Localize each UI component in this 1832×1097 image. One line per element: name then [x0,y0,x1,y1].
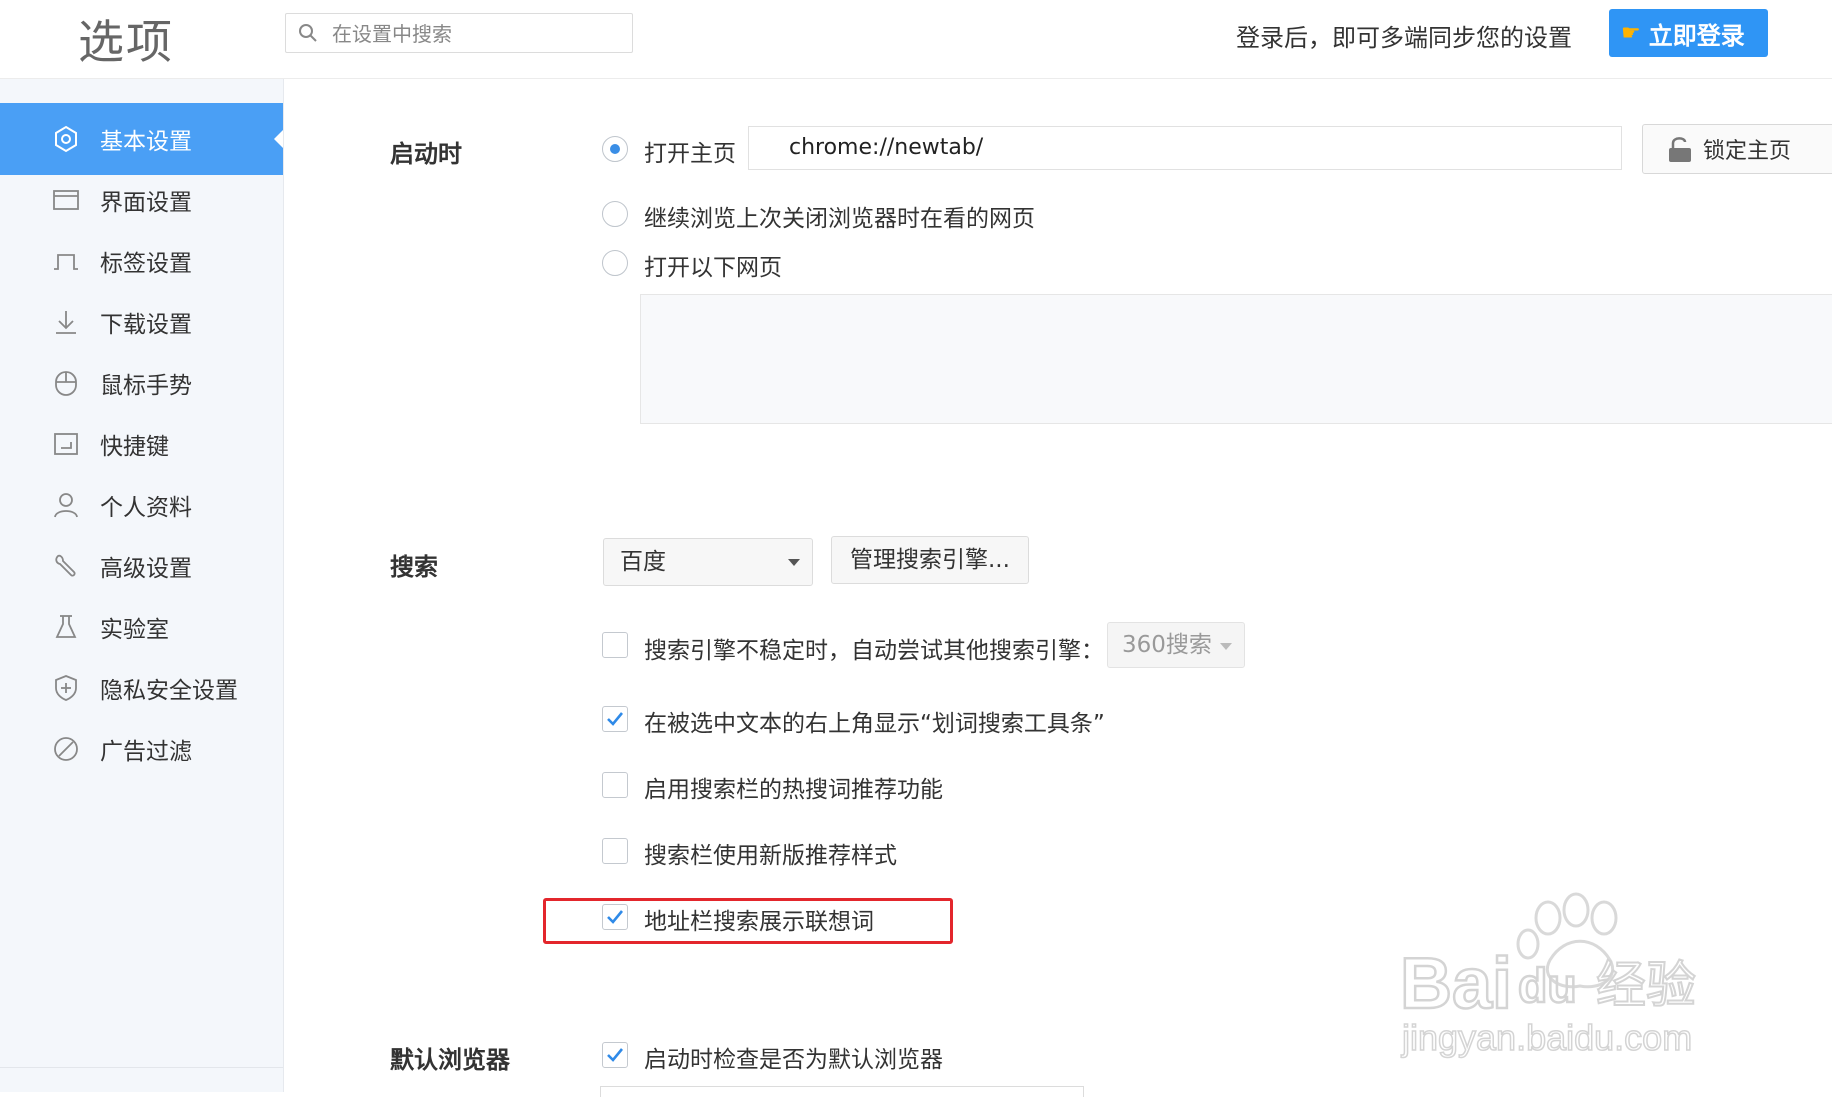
sidebar-item-label: 个人资料 [100,495,192,521]
svg-text:经验: 经验 [1596,956,1696,1014]
login-button-label: 立即登录 [1648,21,1745,50]
mouse-icon [52,369,80,397]
startup-option-continue-label: 继续浏览上次关闭浏览器时在看的网页 [644,206,1035,232]
settings-search-box[interactable] [285,13,633,53]
startup-radio-pages[interactable] [602,250,628,276]
page-title: 选项 [78,15,174,69]
startup-pages-list[interactable] [640,294,1832,424]
startup-section-label: 启动时 [390,140,462,168]
annotation-highlight-box [543,898,953,944]
checkmark-icon [607,1048,624,1062]
hot-search-checkbox[interactable] [602,772,628,798]
sidebar-item-label: 高级设置 [100,556,192,582]
manage-search-engines-button[interactable]: 管理搜索引擎... [831,536,1029,584]
shortcut-icon [52,430,80,458]
sidebar-item-label: 界面设置 [100,190,192,216]
chevron-down-icon [788,559,800,566]
lock-homepage-button[interactable]: 锁定主页 [1642,124,1832,174]
user-icon [52,491,80,519]
homepage-url-field[interactable]: chrome://newtab/ [748,126,1622,170]
sidebar-item-ad-filter[interactable]: 广告过滤 [0,713,283,785]
default-browser-checkbox[interactable] [602,1042,628,1068]
sync-hint-text: 登录后，即可多端同步您的设置 [1236,24,1572,52]
sidebar-item-label: 基本设置 [100,129,192,155]
sidebar-item-label: 广告过滤 [100,739,192,765]
chevron-down-icon [1220,643,1232,650]
tab-icon [52,247,80,275]
window-icon [52,186,80,214]
wrench-icon [52,552,80,580]
top-bar: 选项 登录后，即可多端同步您的设置 ☛ 立即登录 [0,0,1832,79]
search-engine-select[interactable]: 百度 [603,538,813,586]
sidebar-item-label: 下载设置 [100,312,192,338]
fallback-engine-checkbox[interactable] [602,632,628,658]
search-engine-value: 百度 [620,549,666,575]
sidebar-item-label: 隐私安全设置 [100,678,238,704]
search-icon [299,24,317,42]
shield-icon [52,674,80,702]
sidebar-divider [0,1067,283,1068]
checkmark-icon [607,712,624,726]
fallback-engine-select[interactable]: 360搜索 [1107,622,1245,668]
startup-option-homepage-label: 打开主页 [644,141,736,167]
login-button[interactable]: ☛ 立即登录 [1609,9,1768,57]
sidebar-item-label: 实验室 [100,617,169,643]
sidebar-item-label: 快捷键 [100,434,169,460]
sidebar: 基本设置 界面设置 标签设置 下载设置 鼠标手势 快捷键 个人资料 高级设置 实… [0,79,284,1092]
word-search-toolbar-label: 在被选中文本的右上角显示“划词搜索工具条” [644,711,1105,737]
word-search-toolbar-checkbox[interactable] [602,706,628,732]
startup-option-pages-label: 打开以下网页 [644,255,782,281]
startup-radio-continue[interactable] [602,201,628,227]
watermark-url: jingyan.baidu.com [1401,1017,1692,1058]
hot-search-label: 启用搜索栏的热搜词推荐功能 [644,777,943,803]
svg-text:Bai: Bai [1400,944,1512,1024]
pointing-hand-icon: ☛ [1621,20,1641,46]
default-browser-label: 启动时检查是否为默认浏览器 [644,1047,943,1073]
settings-search-input[interactable] [330,17,624,51]
svg-text:du: du [1518,960,1577,1013]
default-browser-section-label: 默认浏览器 [390,1046,510,1074]
startup-radio-homepage[interactable] [602,136,628,162]
sidebar-item-label: 鼠标手势 [100,373,192,399]
lock-homepage-label: 锁定主页 [1703,139,1792,164]
settings-gear-icon [52,125,80,153]
block-icon [52,735,80,763]
new-suggest-style-label: 搜索栏使用新版推荐样式 [644,843,897,869]
sidebar-item-label: 标签设置 [100,251,192,277]
unlock-icon [1669,137,1691,162]
baidu-jingyan-watermark: Bai du 经验 jingyan.baidu.com [1400,892,1697,1059]
flask-icon [52,613,80,641]
fallback-engine-value: 360搜索 [1122,632,1212,658]
new-suggest-style-checkbox[interactable] [602,838,628,864]
fallback-engine-label: 搜索引擎不稳定时，自动尝试其他搜索引擎： [644,638,1104,664]
search-section-label: 搜索 [390,553,438,581]
download-icon [52,308,80,336]
